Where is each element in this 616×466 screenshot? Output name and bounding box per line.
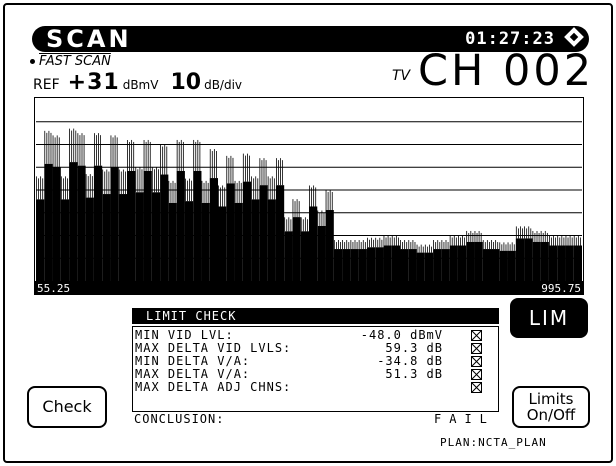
scale-value: 10 bbox=[170, 70, 202, 95]
start-frequency: 55.25 bbox=[37, 282, 70, 295]
bullet-icon bbox=[30, 59, 35, 64]
analyzer-screen: SCAN 01:27:23 FAST SCAN REF +31 dBmV 10 … bbox=[0, 0, 616, 466]
lim-button[interactable]: LIM bbox=[510, 298, 588, 338]
fail-checkbox-icon bbox=[471, 330, 482, 341]
scan-mode-label: FAST SCAN bbox=[39, 54, 111, 69]
mode-title: SCAN bbox=[46, 25, 132, 53]
ref-label: REF bbox=[33, 77, 60, 93]
scan-mode-indicator: FAST SCAN bbox=[30, 54, 111, 69]
ref-unit: dBmV bbox=[122, 78, 159, 92]
conclusion-label: CONCLUSION: bbox=[134, 412, 225, 426]
fail-checkbox-icon bbox=[471, 356, 482, 367]
channel-plan: PLAN:NCTA_PLAN bbox=[440, 436, 547, 449]
scale-unit: dB/div bbox=[204, 78, 243, 92]
limits-button-sublabel: On/Off bbox=[526, 406, 576, 424]
limits-button-label: Limits bbox=[528, 390, 574, 408]
limit-row-value: 51.3 dB bbox=[385, 367, 443, 381]
limit-check-panel: LIMIT CHECK MIN VID LVL: -48.0 dBmV MAX DE… bbox=[132, 308, 499, 433]
limits-on-off-button[interactable]: Limits On/Off bbox=[512, 386, 590, 428]
channel-type: TV bbox=[392, 68, 411, 84]
ref-value: +31 bbox=[67, 70, 120, 95]
conclusion-value: FAIL bbox=[434, 412, 495, 426]
check-button[interactable]: Check bbox=[27, 386, 107, 428]
channel-number: CH 002 bbox=[418, 46, 595, 96]
diamond-icon bbox=[564, 27, 584, 47]
limit-check-list: MIN VID LVL: -48.0 dBmV MAX DELTA VID LVLS… bbox=[132, 326, 499, 412]
reference-level-row: REF +31 dBmV 10 dB/div bbox=[33, 70, 242, 95]
stop-frequency: 995.75 bbox=[541, 282, 581, 295]
frequency-axis-bar bbox=[34, 281, 584, 295]
spectrum-graph[interactable]: 55.25 995.75 bbox=[34, 97, 584, 295]
limit-check-title: LIMIT CHECK bbox=[132, 308, 499, 324]
fail-checkbox-icon bbox=[471, 343, 482, 354]
fail-checkbox-icon bbox=[471, 382, 482, 393]
limit-row-label: MAX DELTA ADJ CHNS: bbox=[135, 380, 292, 394]
fail-checkbox-icon bbox=[471, 369, 482, 380]
